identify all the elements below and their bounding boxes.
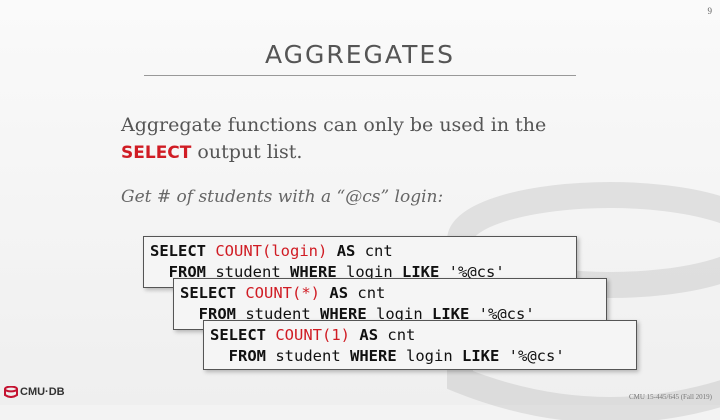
where-kw: WHERE (350, 347, 397, 365)
body-paragraph: Aggregate functions can only be used in … (121, 112, 546, 167)
alias: cnt (355, 242, 393, 260)
as-kw: AS (329, 284, 349, 302)
query-line-2: FROM student WHERE login LIKE '%@cs' (210, 346, 630, 367)
like-kw: LIKE (462, 347, 500, 365)
count-arg: (*) (292, 284, 321, 302)
alias: cnt (378, 326, 416, 344)
column-name: login (396, 347, 462, 365)
query-box-count-one: SELECT COUNT(1) AS cnt FROM student WHER… (203, 320, 637, 370)
slide-title: AGGREGATES (264, 40, 456, 69)
query-line-1: SELECT COUNT(*) AS cnt (180, 283, 600, 304)
query-line-1: SELECT COUNT(1) AS cnt (210, 325, 630, 346)
logo-text: CMU·DB (20, 386, 65, 398)
page-number: 9 (707, 6, 713, 16)
count-arg: (login) (262, 242, 328, 260)
cmu-db-logo: CMU·DB (4, 386, 65, 398)
title-divider (144, 75, 576, 76)
alias: cnt (348, 284, 386, 302)
count-func: COUNT (245, 284, 293, 302)
as-kw: AS (359, 326, 379, 344)
count-arg: (1) (322, 326, 351, 344)
database-logo-icon (4, 386, 18, 398)
example-caption: Get # of students with a “@cs” login: (121, 187, 444, 207)
select-keyword: SELECT (121, 143, 192, 163)
select-kw: SELECT (210, 326, 266, 344)
pattern: '%@cs' (499, 347, 565, 365)
select-kw: SELECT (150, 242, 206, 260)
from-kw: FROM (228, 347, 266, 365)
body-line-2-text: output list. (191, 141, 303, 163)
footer-course: CMU 15-445/645 (Fall 2019) (628, 393, 712, 401)
count-func: COUNT (275, 326, 323, 344)
body-line-2: SELECT output list. (121, 139, 546, 167)
body-line-1: Aggregate functions can only be used in … (121, 114, 547, 136)
select-kw: SELECT (180, 284, 236, 302)
count-func: COUNT (215, 242, 263, 260)
slide: 9 AGGREGATES Aggregate functions can onl… (0, 0, 720, 420)
query-line-1: SELECT COUNT(login) AS cnt (150, 241, 570, 262)
table-name: student (266, 347, 350, 365)
as-kw: AS (336, 242, 356, 260)
